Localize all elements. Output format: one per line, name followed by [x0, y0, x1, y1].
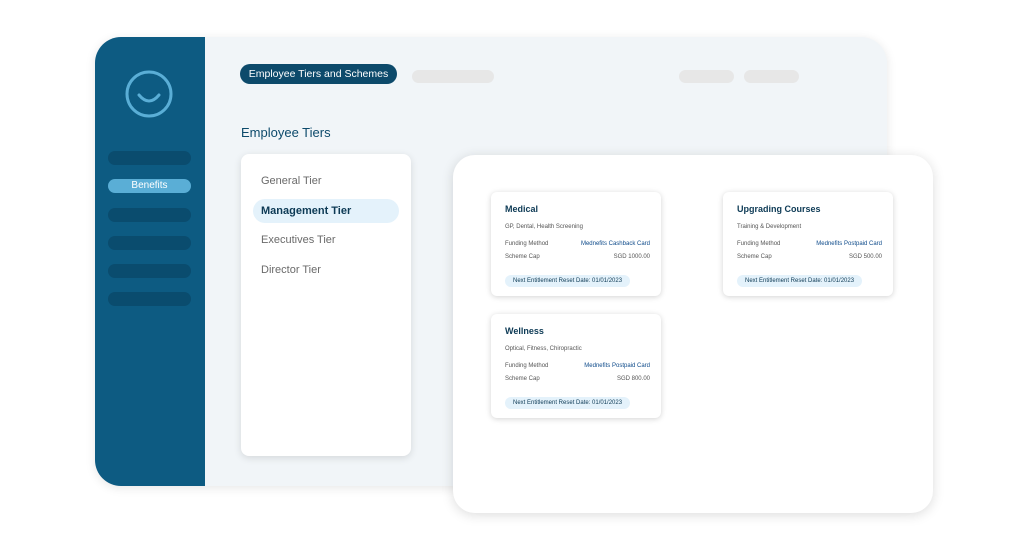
sidebar-item-1[interactable]: [108, 151, 191, 165]
funding-method-value: Mednefits Postpaid Card: [584, 363, 650, 369]
section-title: Employee Tiers: [241, 125, 331, 140]
reset-date-badge: Next Entitlement Reset Date: 01/01/2023: [505, 275, 631, 287]
scheme-description: Training & Development: [737, 224, 802, 230]
funding-method-value: Mednefits Cashback Card: [580, 241, 650, 247]
tier-list: General Tier Management Tier Executives …: [241, 154, 411, 456]
tab-placeholder-2[interactable]: [679, 70, 734, 83]
funding-method-label: Funding Method: [505, 363, 549, 369]
scheme-description: GP, Dental, Health Screening: [505, 224, 583, 230]
tab-placeholder-3[interactable]: [744, 70, 799, 83]
scheme-name: Upgrading Courses: [737, 204, 821, 214]
sidebar-item-3[interactable]: [108, 208, 191, 222]
tab-placeholder-1[interactable]: [412, 70, 494, 83]
scheme-cap-value: SGD 500.00: [848, 254, 882, 260]
tier-item-director[interactable]: Director Tier: [253, 258, 399, 282]
scheme-cap-value: SGD 800.00: [616, 376, 650, 382]
sidebar-item-6[interactable]: [108, 292, 191, 306]
tier-item-management[interactable]: Management Tier: [253, 199, 399, 223]
reset-date-badge: Next Entitlement Reset Date: 01/01/2023: [505, 397, 631, 409]
scheme-description: Optical, Fitness, Chiropractic: [505, 346, 582, 352]
sidebar-item-benefits[interactable]: Benefits: [108, 179, 191, 193]
schemes-panel: Medical GP, Dental, Health Screening Fun…: [453, 155, 933, 513]
scheme-cap-label: Scheme Cap: [737, 254, 772, 260]
funding-method-value: Mednefits Postpaid Card: [816, 241, 882, 247]
scheme-card-wellness[interactable]: Wellness Optical, Fitness, Chiropractic …: [491, 314, 661, 418]
scheme-cap-label: Scheme Cap: [505, 254, 540, 260]
smiley-logo-icon: [124, 69, 174, 119]
scheme-cap-value: SGD 1000.00: [613, 254, 650, 260]
sidebar-item-4[interactable]: [108, 236, 191, 250]
funding-method-label: Funding Method: [505, 241, 549, 247]
reset-date-badge: Next Entitlement Reset Date: 01/01/2023: [737, 275, 863, 287]
scheme-card-upgrading-courses[interactable]: Upgrading Courses Training & Development…: [723, 192, 893, 296]
tier-item-general[interactable]: General Tier: [253, 169, 399, 193]
scheme-cap-label: Scheme Cap: [505, 376, 540, 382]
scheme-card-medical[interactable]: Medical GP, Dental, Health Screening Fun…: [491, 192, 661, 296]
tier-item-executives[interactable]: Executives Tier: [253, 228, 399, 252]
sidebar: Benefits: [95, 37, 205, 486]
sidebar-item-5[interactable]: [108, 264, 191, 278]
funding-method-label: Funding Method: [737, 241, 781, 247]
scheme-name: Medical: [505, 204, 539, 214]
scheme-name: Wellness: [505, 326, 544, 336]
tab-employee-tiers-and-schemes[interactable]: Employee Tiers and Schemes: [240, 64, 397, 84]
